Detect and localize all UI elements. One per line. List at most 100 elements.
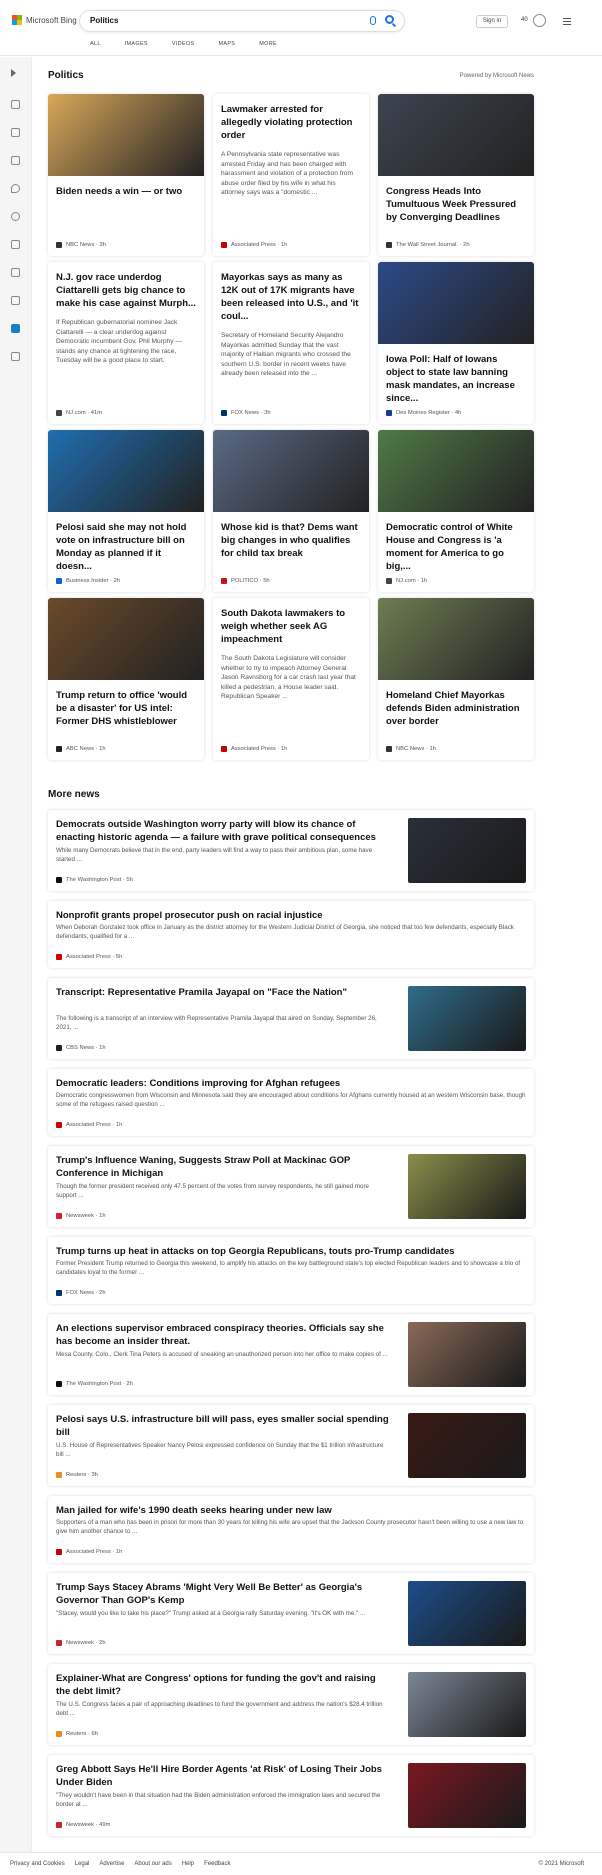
- card-source[interactable]: ABC News · 1h: [56, 746, 106, 752]
- news-source[interactable]: The Washington Post · 5h: [56, 877, 133, 883]
- news-thumbnail[interactable]: [408, 1154, 526, 1219]
- card-title[interactable]: Biden needs a win — or two: [48, 176, 204, 198]
- news-title[interactable]: Transcript: Representative Pramila Jayap…: [56, 986, 391, 999]
- news-source[interactable]: Newsweek · 1h: [56, 1213, 106, 1219]
- footer-link-about-ads[interactable]: About our ads: [134, 1861, 171, 1867]
- news-list-item[interactable]: Democratic leaders: Conditions improving…: [48, 1069, 534, 1136]
- news-title[interactable]: Trump's Influence Waning, Suggests Straw…: [56, 1154, 391, 1180]
- card-title[interactable]: Iowa Poll: Half of Iowans object to stat…: [378, 344, 534, 405]
- trending-icon[interactable]: [11, 128, 20, 137]
- science-icon[interactable]: [11, 268, 20, 277]
- news-title[interactable]: Trump turns up heat in attacks on top Ge…: [56, 1245, 526, 1258]
- card-title[interactable]: Homeland Chief Mayorkas defends Biden ad…: [378, 680, 534, 728]
- microphone-icon[interactable]: [370, 16, 376, 25]
- card-title[interactable]: Congress Heads Into Tumultuous Week Pres…: [378, 176, 534, 224]
- card-source[interactable]: POLITICO · 5h: [221, 578, 270, 584]
- news-card[interactable]: Mayorkas says as many as 12K out of 17K …: [213, 262, 369, 424]
- card-title[interactable]: South Dakota lawmakers to weigh whether …: [213, 598, 369, 646]
- news-list-item[interactable]: Pelosi says U.S. infrastructure bill wil…: [48, 1405, 534, 1486]
- card-title[interactable]: Trump return to office 'would be a disas…: [48, 680, 204, 728]
- news-list-item[interactable]: Explainer-What are Congress' options for…: [48, 1664, 534, 1745]
- tab-more[interactable]: MORE: [259, 41, 277, 47]
- news-source[interactable]: CBS News · 1h: [56, 1045, 106, 1051]
- bing-logo[interactable]: Microsoft Bing: [12, 15, 77, 25]
- search-input[interactable]: Politics: [90, 16, 118, 25]
- card-title[interactable]: Whose kid is that? Dems want big changes…: [213, 512, 369, 560]
- card-title[interactable]: Democratic control of White House and Co…: [378, 512, 534, 573]
- news-thumbnail[interactable]: [408, 818, 526, 883]
- card-source[interactable]: Associated Press · 1h: [221, 242, 287, 248]
- news-card[interactable]: Whose kid is that? Dems want big changes…: [213, 430, 369, 592]
- news-card[interactable]: Lawmaker arrested for allegedly violatin…: [213, 94, 369, 256]
- card-title[interactable]: Lawmaker arrested for allegedly violatin…: [213, 94, 369, 142]
- news-card[interactable]: N.J. gov race underdog Ciattarelli gets …: [48, 262, 204, 424]
- news-source[interactable]: Associated Press · 1h: [56, 1122, 122, 1128]
- news-source[interactable]: Newsweek · 49m: [56, 1822, 110, 1828]
- card-image[interactable]: [48, 598, 204, 680]
- news-list-item[interactable]: Nonprofit grants propel prosecutor push …: [48, 901, 534, 968]
- news-card[interactable]: Iowa Poll: Half of Iowans object to stat…: [378, 262, 534, 424]
- news-source[interactable]: Associated Press · 1h: [56, 1549, 122, 1555]
- money-icon[interactable]: [11, 352, 20, 361]
- news-title[interactable]: Democrats outside Washington worry party…: [56, 818, 391, 844]
- news-title[interactable]: Democratic leaders: Conditions improving…: [56, 1077, 526, 1090]
- news-source[interactable]: FOX News · 2h: [56, 1290, 106, 1296]
- news-card[interactable]: Congress Heads Into Tumultuous Week Pres…: [378, 94, 534, 256]
- news-title[interactable]: Nonprofit grants propel prosecutor push …: [56, 909, 526, 922]
- card-title[interactable]: N.J. gov race underdog Ciattarelli gets …: [48, 262, 204, 310]
- card-source[interactable]: Associated Press · 1h: [221, 746, 287, 752]
- search-icon[interactable]: [385, 15, 394, 24]
- card-source[interactable]: Des Moines Register · 4h: [386, 410, 461, 416]
- politics-icon[interactable]: [11, 324, 20, 333]
- footer-link-feedback[interactable]: Feedback: [204, 1861, 230, 1867]
- news-title[interactable]: Man jailed for wife's 1990 death seeks h…: [56, 1504, 526, 1517]
- news-thumbnail[interactable]: [408, 1672, 526, 1737]
- news-source[interactable]: Reuters · 6h: [56, 1731, 98, 1737]
- news-title[interactable]: An elections supervisor embraced conspir…: [56, 1322, 391, 1348]
- card-source[interactable]: NJ.com · 41m: [56, 410, 102, 416]
- news-list-item[interactable]: An elections supervisor embraced conspir…: [48, 1314, 534, 1395]
- footer-link-advertise[interactable]: Advertise: [99, 1861, 124, 1867]
- card-source[interactable]: The Wall Street Journal. · 2h: [386, 242, 470, 248]
- tab-maps[interactable]: MAPS: [218, 41, 235, 47]
- news-list-item[interactable]: Transcript: Representative Pramila Jayap…: [48, 978, 534, 1059]
- news-card[interactable]: Biden needs a win — or two NBC News · 3h: [48, 94, 204, 256]
- news-card[interactable]: South Dakota lawmakers to weigh whether …: [213, 598, 369, 760]
- tab-videos[interactable]: VIDEOS: [172, 41, 195, 47]
- card-source[interactable]: FOX News · 3h: [221, 410, 271, 416]
- tools-icon[interactable]: [11, 240, 20, 249]
- news-title[interactable]: Explainer-What are Congress' options for…: [56, 1672, 391, 1698]
- card-source[interactable]: NBC News · 3h: [56, 242, 106, 248]
- location-icon[interactable]: [11, 184, 20, 193]
- news-list-item[interactable]: Trump turns up heat in attacks on top Ge…: [48, 1237, 534, 1304]
- news-thumbnail[interactable]: [408, 1581, 526, 1646]
- sign-in-button[interactable]: Sign in: [476, 15, 508, 28]
- card-image[interactable]: [378, 598, 534, 680]
- world-icon[interactable]: [11, 212, 20, 221]
- news-card[interactable]: Homeland Chief Mayorkas defends Biden ad…: [378, 598, 534, 760]
- home-icon[interactable]: [11, 100, 20, 109]
- news-thumbnail[interactable]: [408, 1413, 526, 1478]
- footer-link-help[interactable]: Help: [182, 1861, 194, 1867]
- search-box[interactable]: Politics: [80, 11, 404, 31]
- news-thumbnail[interactable]: [408, 1322, 526, 1387]
- card-source[interactable]: NBC News · 1h: [386, 746, 436, 752]
- news-source[interactable]: Reuters · 3h: [56, 1472, 98, 1478]
- card-image[interactable]: [378, 94, 534, 176]
- tab-images[interactable]: IMAGES: [125, 41, 148, 47]
- footer-link-legal[interactable]: Legal: [75, 1861, 90, 1867]
- news-source[interactable]: Newsweek · 2h: [56, 1640, 106, 1646]
- card-image[interactable]: [213, 430, 369, 512]
- entertainment-icon[interactable]: [11, 296, 20, 305]
- news-thumbnail[interactable]: [408, 1763, 526, 1828]
- card-image[interactable]: [48, 430, 204, 512]
- news-list-item[interactable]: Trump's Influence Waning, Suggests Straw…: [48, 1146, 534, 1227]
- card-title[interactable]: Pelosi said she may not hold vote on inf…: [48, 512, 204, 573]
- card-title[interactable]: Mayorkas says as many as 12K out of 17K …: [213, 262, 369, 323]
- card-image[interactable]: [378, 430, 534, 512]
- news-list-item[interactable]: Democrats outside Washington worry party…: [48, 810, 534, 891]
- card-source[interactable]: NJ.com · 1h: [386, 578, 427, 584]
- card-image[interactable]: [378, 262, 534, 344]
- rewards-icon[interactable]: [533, 14, 546, 27]
- rewards-points[interactable]: 40: [521, 17, 528, 23]
